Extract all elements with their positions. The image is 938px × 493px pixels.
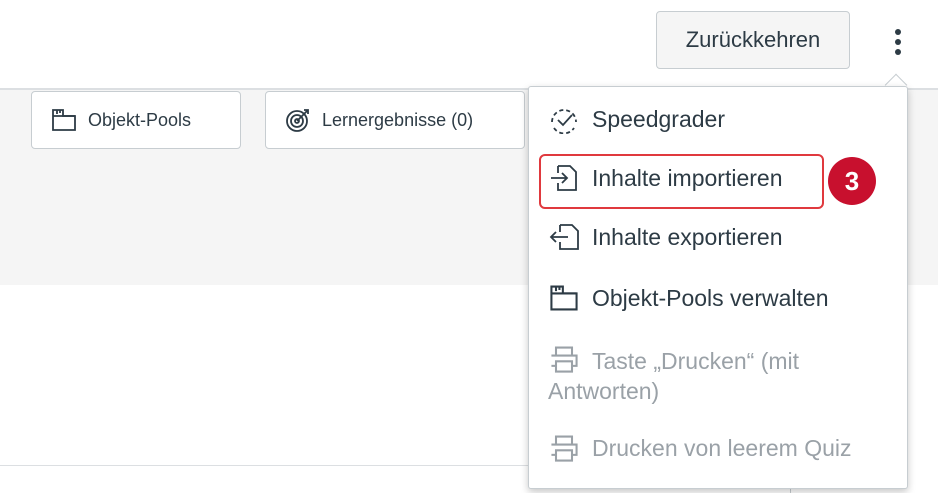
kebab-vertical-icon xyxy=(895,29,901,55)
menu-item-label-continued: Antworten) xyxy=(548,378,660,404)
menu-item-label: Drucken von leerem Quiz xyxy=(592,434,852,461)
item-bank-icon xyxy=(550,285,578,311)
menu-item-label: Taste „Drucken“ (mit xyxy=(592,348,800,374)
printer-icon xyxy=(551,435,578,462)
menu-item-speedgrader[interactable]: Speedgrader xyxy=(548,104,725,134)
outcomes-button[interactable]: Lernergebnisse (0) xyxy=(265,91,525,149)
speedgrader-icon xyxy=(551,109,577,134)
import-icon xyxy=(551,165,577,191)
top-bar: Zurückkehren xyxy=(0,0,938,88)
menu-item-label: Speedgrader xyxy=(592,105,725,132)
menu-item-label: Inhalte importieren xyxy=(592,164,783,191)
item-banks-button[interactable]: Objekt-Pools xyxy=(31,91,241,149)
item-bank-icon xyxy=(52,109,76,131)
menu-item-print-with-answers: Taste „Drucken“ (mit xyxy=(548,343,799,379)
item-banks-label: Objekt-Pools xyxy=(88,109,192,130)
step-number-badge: 3 xyxy=(828,157,876,205)
outcomes-target-icon xyxy=(286,109,309,132)
printer-icon xyxy=(551,346,578,373)
menu-item-import[interactable]: Inhalte importieren xyxy=(548,163,783,193)
menu-item-label: Inhalte exportieren xyxy=(592,223,783,250)
menu-item-label: Objekt-Pools verwalten xyxy=(592,284,829,311)
export-icon xyxy=(549,224,579,250)
menu-item-manage-item-banks[interactable]: Objekt-Pools verwalten xyxy=(548,282,829,314)
outcomes-label: Lernergebnisse (0) xyxy=(322,109,474,130)
more-options-button[interactable] xyxy=(880,20,916,64)
menu-item-export[interactable]: Inhalte exportieren xyxy=(548,222,783,252)
menu-item-print-blank-quiz: Drucken von leerem Quiz xyxy=(548,432,852,464)
return-button[interactable]: Zurückkehren xyxy=(656,11,850,69)
divider xyxy=(0,465,560,466)
